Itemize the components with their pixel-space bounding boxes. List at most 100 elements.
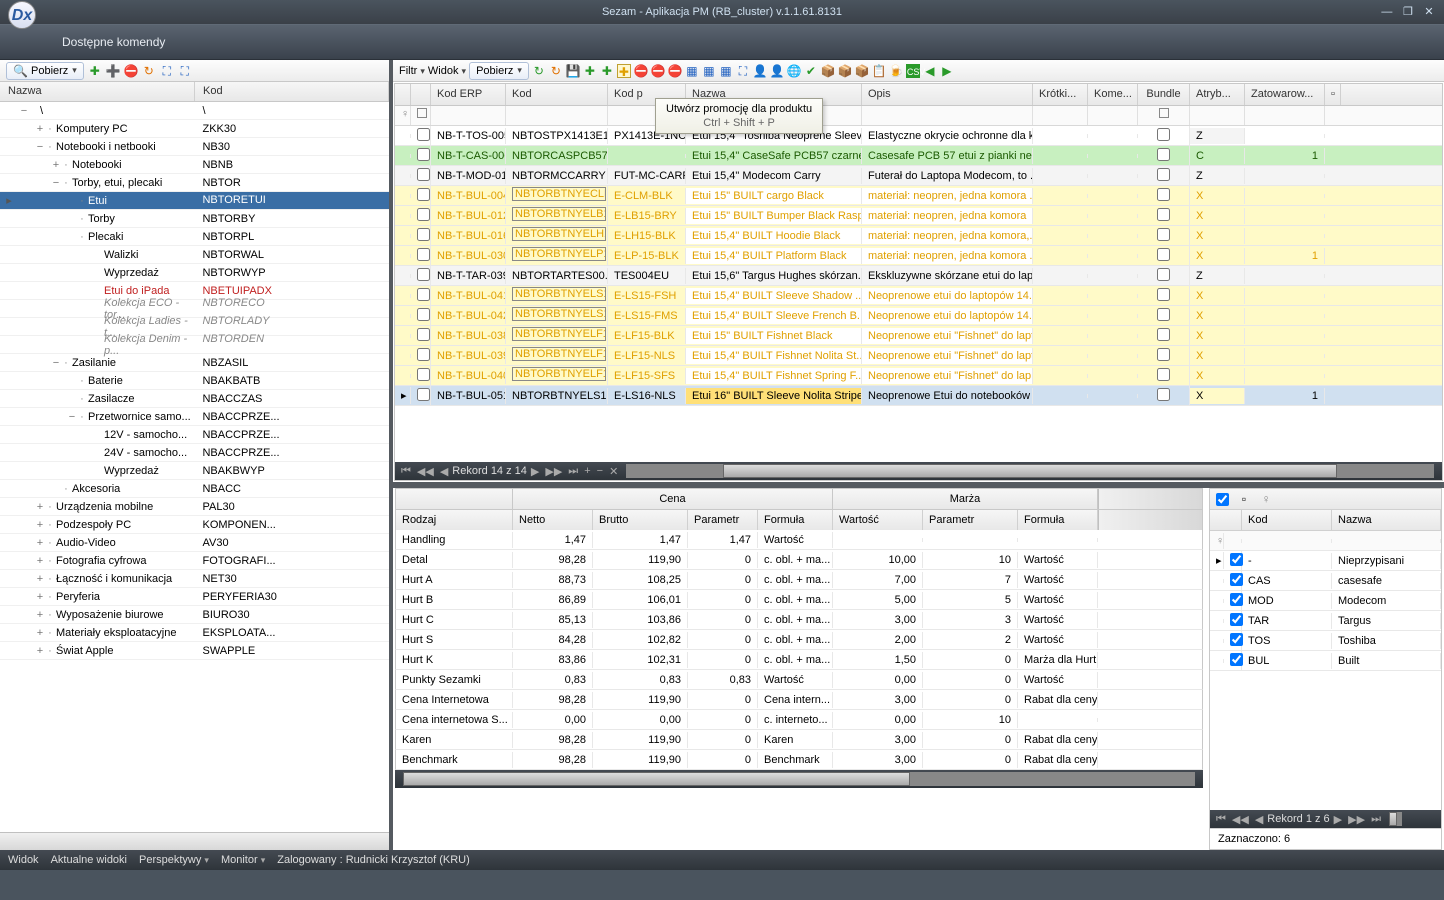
nav-prevpage-icon[interactable]: ◀◀	[415, 465, 436, 478]
grid-hscroll[interactable]	[626, 464, 1434, 478]
tree-hscroll[interactable]	[0, 832, 389, 850]
tb-box2-icon[interactable]: 📦	[838, 64, 852, 78]
tb-user2-icon[interactable]: 👤	[770, 64, 784, 78]
grid-row[interactable]: NB-T-TOS-005NBTOSTPX1413E1...PX1413E-1NC…	[395, 126, 1442, 146]
filter-row[interactable]: ▸-Nieprzypisani	[1210, 551, 1441, 571]
available-commands-label[interactable]: Dostępne komendy	[62, 35, 165, 49]
pobierz-right-dropdown[interactable]: Pobierz▾	[469, 62, 529, 80]
price-row[interactable]: Hurt A88,73108,250c. obl. + ma...7,007Wa…	[395, 570, 1203, 590]
tb-user1-icon[interactable]: 👤	[753, 64, 767, 78]
add-icon[interactable]: ✚	[88, 64, 102, 78]
grid-body[interactable]: NB-T-TOS-005NBTOSTPX1413E1...PX1413E-1NC…	[395, 126, 1442, 406]
price-row[interactable]: Hurt C85,13103,860c. obl. + ma...3,003Wa…	[395, 610, 1203, 630]
filter-all-checkbox[interactable]	[1216, 493, 1229, 506]
price-row[interactable]: Hurt K83,86102,310c. obl. + ma...1,500Ma…	[395, 650, 1203, 670]
tb-promo-icon[interactable]: ✚	[617, 64, 631, 78]
tree-row[interactable]: +·NotebookiNBNB	[0, 156, 389, 174]
tree-row[interactable]: +·Wyposażenie biuroweBIURO30	[0, 606, 389, 624]
filter-search-row[interactable]: ♀	[1210, 531, 1441, 551]
filter-funnel-icon[interactable]: ♀	[1259, 492, 1273, 506]
tree-row[interactable]: WyprzedażNBTORWYP	[0, 264, 389, 282]
grid-row[interactable]: ▸NB-T-BUL-051NBTORBTNYELS16...E-LS16-NLS…	[395, 386, 1442, 406]
tb-del3-icon[interactable]: ⛔	[668, 64, 682, 78]
tb-add2-icon[interactable]: ✚	[600, 64, 614, 78]
col-erp[interactable]: Kod ERP	[431, 84, 506, 105]
col-zatowarowanie[interactable]: Zatowarow...	[1245, 84, 1325, 105]
close-button[interactable]: ✕	[1422, 6, 1436, 18]
grid-row[interactable]: NB-T-BUL-016NBTORBTNYELH15BLE-LH15-BLKEt…	[395, 226, 1442, 246]
maximize-button[interactable]: ❐	[1401, 6, 1415, 18]
tree-header-code[interactable]: Kod	[195, 82, 389, 101]
add2-icon[interactable]: ➕	[106, 64, 120, 78]
tree-header-name[interactable]: Nazwa	[0, 82, 195, 101]
tree-row[interactable]: WalizkiNBTORWAL	[0, 246, 389, 264]
price-grid-body[interactable]: Handling1,471,471,47WartośćDetal98,28119…	[395, 530, 1203, 770]
col-komentarz[interactable]: Kome...	[1088, 84, 1138, 105]
grid-row[interactable]: NB-T-BUL-039NBTORBTNYELF15NLE-LF15-NLSEt…	[395, 346, 1442, 366]
tb-struct1-icon[interactable]: ⛶	[736, 64, 750, 78]
filter-row[interactable]: CAScasesafe	[1210, 571, 1441, 591]
link-icon[interactable]: ⛶	[160, 64, 174, 78]
pcol-parametr[interactable]: Parametr	[688, 510, 758, 530]
tb-grid3-icon[interactable]: ▦	[719, 64, 733, 78]
refresh-icon[interactable]: ↻	[142, 64, 156, 78]
price-row[interactable]: Benchmark98,28119,900Benchmark3,000Rabat…	[395, 750, 1203, 770]
price-row[interactable]: Hurt S84,28102,820c. obl. + ma...2,002Wa…	[395, 630, 1203, 650]
tree-row[interactable]: +·Fotografia cyfrowaFOTOGRAFI...	[0, 552, 389, 570]
tree-row[interactable]: ·ZasilaczeNBACCZAS	[0, 390, 389, 408]
tree-row[interactable]: +·Łączność i komunikacjaNET30	[0, 570, 389, 588]
price-row[interactable]: Cena Internetowa98,28119,900Cena intern.…	[395, 690, 1203, 710]
tb-nav-prev-icon[interactable]: ◀	[923, 64, 937, 78]
pcol-netto[interactable]: Netto	[513, 510, 593, 530]
filter-row[interactable]: MODModecom	[1210, 591, 1441, 611]
grid-row[interactable]: NB-T-BUL-038NBTORBTNYELF15BLE-LF15-BLKEt…	[395, 326, 1442, 346]
grid-row[interactable]: NB-T-BUL-041NBTORBTNYELS15FSE-LS15-FSHEt…	[395, 286, 1442, 306]
filter-row[interactable]: TARTargus	[1210, 611, 1441, 631]
status-perspektywy[interactable]: Perspektywy ▾	[139, 854, 209, 866]
tree-row[interactable]: +·Świat AppleSWAPPLE	[0, 642, 389, 660]
nav-nextpage-icon[interactable]: ▶▶	[543, 465, 564, 478]
grid-row[interactable]: NB-T-BUL-030NBTORBTNYELP15BLE-LP-15-BLKE…	[395, 246, 1442, 266]
tb-grid2-icon[interactable]: ▦	[702, 64, 716, 78]
tb-check-icon[interactable]: ✔	[804, 64, 818, 78]
grid-row[interactable]: NB-T-MOD-017NBTORMCCARRYFUT-MC-CARRYEtui…	[395, 166, 1442, 186]
tree-row[interactable]: 12V - samocho...NBACCPRZE...	[0, 426, 389, 444]
col-krotki[interactable]: Krótki...	[1033, 84, 1088, 105]
tb-reload-icon[interactable]: ↻	[549, 64, 563, 78]
filter-row[interactable]: TOSToshiba	[1210, 631, 1441, 651]
pcol-formula2[interactable]: Formuła	[1018, 510, 1098, 530]
pcol-rodzaj[interactable]: Rodzaj	[396, 510, 513, 530]
filtr-dropdown[interactable]: Filtr ▾	[399, 65, 425, 77]
tree-row[interactable]: WyprzedażNBAKBWYP	[0, 462, 389, 480]
filter-row[interactable]: BULBuilt	[1210, 651, 1441, 671]
tb-save-icon[interactable]: 💾	[566, 64, 580, 78]
grid-row[interactable]: NB-T-BUL-004NBTORBTNYECLMBLKE-CLM-BLKEtu…	[395, 186, 1442, 206]
pcol-parametr2[interactable]: Parametr	[923, 510, 1018, 530]
tree-row[interactable]: −\\	[0, 102, 389, 120]
tb-grid1-icon[interactable]: ▦	[685, 64, 699, 78]
fcol-kod[interactable]: Kod	[1242, 510, 1332, 530]
widok-dropdown[interactable]: Widok ▾	[428, 65, 466, 77]
status-monitor[interactable]: Monitor ▾	[221, 854, 265, 866]
tree-row[interactable]: −·Notebooki i netbookiNB30	[0, 138, 389, 156]
status-widok[interactable]: Widok	[8, 854, 39, 866]
pobierz-dropdown[interactable]: 🔍Pobierz▾	[6, 62, 84, 80]
tb-csv-icon[interactable]: CSV	[906, 64, 920, 78]
filter-navigator[interactable]: ⏮◀◀◀ Rekord 1 z 6 ▶▶▶⏭	[1210, 810, 1441, 828]
tb-box1-icon[interactable]: 📦	[821, 64, 835, 78]
pcol-brutto[interactable]: Brutto	[593, 510, 688, 530]
grid-filter-row[interactable]: ♀	[395, 106, 1442, 126]
price-row[interactable]: Karen98,28119,900Karen3,000Rabat dla cen…	[395, 730, 1203, 750]
tree-row[interactable]: −·Przetwornice samo...NBACCPRZE...	[0, 408, 389, 426]
tree-row[interactable]: ·BaterieNBAKBATB	[0, 372, 389, 390]
pcol-wartosc[interactable]: Wartość	[833, 510, 923, 530]
struct-icon[interactable]: ⛶	[178, 64, 192, 78]
grid-row[interactable]: NB-T-CAS-006NBTORCASPCB57Etui 15,4" Case…	[395, 146, 1442, 166]
fcol-nazwa[interactable]: Nazwa	[1332, 510, 1441, 530]
nav-prev-icon[interactable]: ◀	[438, 465, 450, 478]
tree-row[interactable]: ·AkcesoriaNBACC	[0, 480, 389, 498]
tb-copy-icon[interactable]: 📋	[872, 64, 886, 78]
tb-add1-icon[interactable]: ✚	[583, 64, 597, 78]
pcol-formula[interactable]: Formuła	[758, 510, 833, 530]
tree-row[interactable]: 24V - samocho...NBACCPRZE...	[0, 444, 389, 462]
